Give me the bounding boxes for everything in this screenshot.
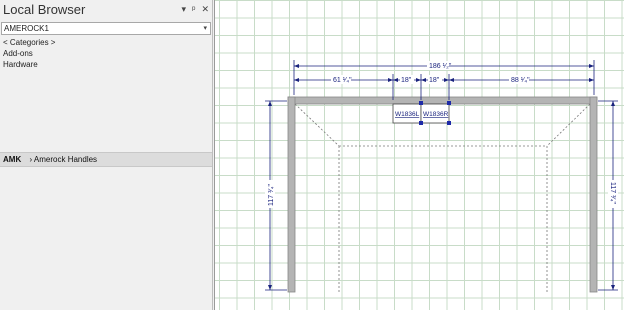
dimension-segment-2: 18" (429, 77, 440, 84)
item-label: Amerock Handles (33, 155, 98, 164)
item-list-row[interactable]: AMK › Amerock Handles (0, 152, 212, 167)
pin-icon[interactable]: ᵖ (192, 4, 195, 15)
dimension-left-height: 117 ³⁄₄" (268, 184, 275, 206)
tree-item-hardware[interactable]: Hardware (0, 59, 212, 70)
tree-item-categories[interactable]: < Categories > (0, 37, 212, 48)
panel-controls: ▾ ᵖ ✕ (182, 4, 209, 15)
panel-title: Local Browser (3, 2, 86, 17)
library-select-value: AMEROCK1 (4, 24, 49, 33)
local-browser-panel: Local Browser ▾ ᵖ ✕ AMEROCK1 ▾ < Categor… (0, 0, 213, 310)
drawing-canvas[interactable]: W1836L W1836R 186 ¹⁄₂" 61 ¹⁄₄" 18" 18" 8… (214, 0, 624, 310)
dimension-overall: 186 ¹⁄₂" (429, 63, 452, 70)
arrow-icon: › (29, 155, 33, 164)
dimension-lines (265, 60, 618, 291)
tree-item-add-ons[interactable]: Add-ons (0, 48, 212, 59)
dimension-right-segment: 88 ¹⁄₄" (511, 77, 530, 84)
dimension-segment-1: 18" (401, 77, 412, 84)
category-tree: < Categories > Add-ons Hardware (0, 37, 212, 151)
chevron-down-icon[interactable]: ▾ (203, 23, 207, 34)
wall-top (287, 96, 598, 105)
wall-right (589, 96, 598, 293)
item-list-area (0, 167, 212, 310)
library-select[interactable]: AMEROCK1 ▾ (1, 22, 211, 35)
cabinet-label-right: W1836R (423, 111, 449, 118)
item-prefix: AMK (3, 155, 22, 164)
dimension-right-height: 117 ³⁄₄" (609, 182, 616, 204)
cabinet-label-left: W1836L (395, 111, 420, 118)
wall-left (287, 96, 296, 293)
panel-menu-icon[interactable]: ▾ (182, 4, 187, 15)
close-icon[interactable]: ✕ (201, 4, 209, 15)
dimension-left-segment: 61 ¹⁄₄" (333, 77, 352, 84)
floor-outline (294, 103, 591, 292)
floor-plan-svg: W1836L W1836R 186 ¹⁄₂" 61 ¹⁄₄" 18" 18" 8… (265, 60, 618, 293)
